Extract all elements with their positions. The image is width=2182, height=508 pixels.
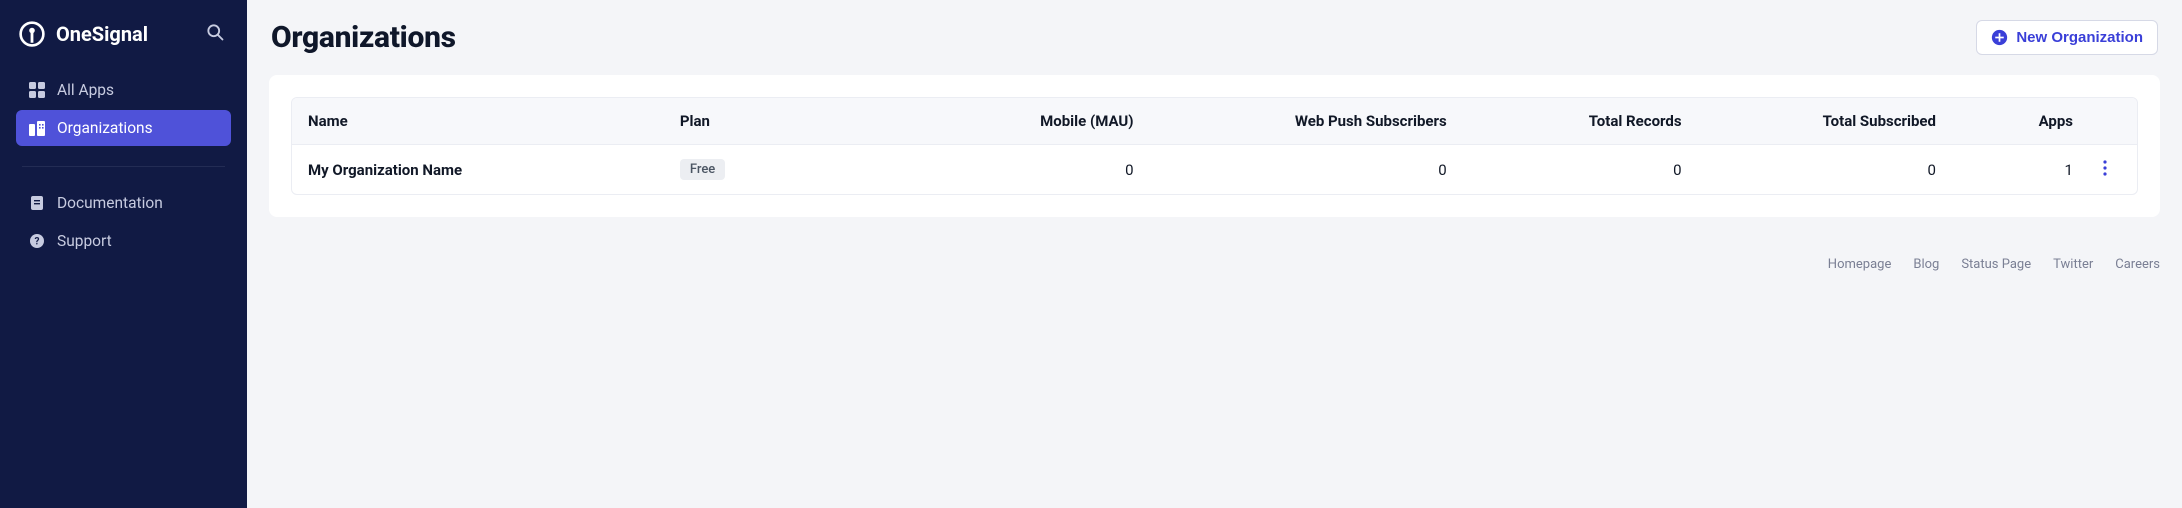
nav-secondary: Documentation ? Support [0,179,247,267]
main-content: Organizations New Organization Name Plan… [247,0,2182,508]
search-button[interactable] [201,20,229,48]
new-organization-label: New Organization [2016,29,2143,46]
cell-total-subscribed: 0 [1690,147,1944,193]
brand-name: OneSignal [56,22,148,46]
sidebar-item-label: Documentation [57,194,163,212]
brand-logo-icon [18,20,46,48]
organizations-card: Name Plan Mobile (MAU) Web Push Subscrib… [269,75,2160,217]
sidebar-item-label: All Apps [57,81,114,99]
sidebar-item-support[interactable]: ? Support [16,223,231,259]
col-total-records: Total Records [1455,98,1690,144]
footer-link-twitter[interactable]: Twitter [2053,257,2093,272]
footer-link-careers[interactable]: Careers [2115,257,2160,272]
grid-icon [28,81,46,99]
page-header: Organizations New Organization [269,0,2160,75]
cell-name: My Organization Name [300,147,672,193]
plan-badge: Free [680,159,725,180]
sidebar: OneSignal All Apps Organizations [0,0,247,508]
cell-mobile: 0 [887,147,1141,193]
col-actions [2081,107,2129,135]
cell-plan: Free [672,145,887,194]
nav-primary: All Apps Organizations [0,66,247,154]
col-mobile: Mobile (MAU) [887,98,1141,144]
col-plan: Plan [672,98,887,144]
brand[interactable]: OneSignal [18,20,148,48]
table-row[interactable]: My Organization Name Free 0 0 0 0 1 [292,145,2137,194]
sidebar-item-label: Support [57,232,112,250]
cell-apps: 1 [1944,147,2081,193]
sidebar-top: OneSignal [0,14,247,66]
sidebar-item-organizations[interactable]: Organizations [16,110,231,146]
cell-web: 0 [1142,147,1455,193]
kebab-icon [2103,160,2107,180]
sidebar-item-all-apps[interactable]: All Apps [16,72,231,108]
row-actions-button[interactable] [2081,156,2129,184]
footer-link-blog[interactable]: Blog [1913,257,1939,272]
col-apps: Apps [1944,98,2081,144]
footer-links: Homepage Blog Status Page Twitter Career… [269,217,2160,272]
document-icon [28,194,46,212]
organization-icon [28,119,46,137]
svg-text:?: ? [35,237,40,248]
cell-total-records: 0 [1455,147,1690,193]
new-organization-button[interactable]: New Organization [1976,20,2158,55]
col-web: Web Push Subscribers [1142,98,1455,144]
col-name: Name [300,98,672,144]
sidebar-item-documentation[interactable]: Documentation [16,185,231,221]
search-icon [205,22,225,46]
footer-link-homepage[interactable]: Homepage [1828,257,1892,272]
sidebar-divider [22,166,225,167]
page-title: Organizations [271,20,456,55]
help-icon: ? [28,232,46,250]
table-header: Name Plan Mobile (MAU) Web Push Subscrib… [292,98,2137,145]
plus-circle-icon [1991,29,2008,46]
sidebar-item-label: Organizations [57,119,153,137]
col-total-subscribed: Total Subscribed [1690,98,1944,144]
footer-link-status-page[interactable]: Status Page [1961,257,2031,272]
organizations-table: Name Plan Mobile (MAU) Web Push Subscrib… [291,97,2138,195]
